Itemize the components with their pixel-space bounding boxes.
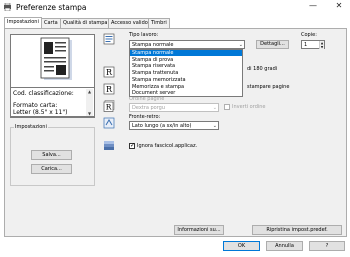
blank-pages-label: stampare pagine — [247, 84, 290, 90]
duplex-icon — [103, 117, 115, 129]
info-button[interactable]: Informazioni su... — [174, 225, 224, 235]
orientation-r-icon: R — [103, 66, 115, 78]
restore-defaults-button[interactable]: Ripristina impost.predef. — [252, 225, 342, 235]
page-order-r-icon: R — [103, 100, 115, 112]
svg-text:R: R — [106, 68, 113, 77]
reverse-order-label: Inverti ordine — [232, 104, 266, 110]
printer-icon — [4, 3, 11, 11]
chevron-down-icon: ⌄ — [212, 123, 217, 129]
tab-impostazioni[interactable]: Impostazioni — [4, 17, 42, 28]
duplex-label: Fronte-retro: — [129, 114, 161, 120]
help-button[interactable]: ? — [309, 241, 345, 251]
dropdown-option[interactable]: Stampa riservata — [130, 63, 242, 69]
dropdown-option[interactable]: Document server — [130, 90, 242, 96]
page-order-value: Dextra porgu — [132, 105, 166, 111]
reverse-order-checkbox[interactable] — [224, 104, 230, 110]
dropdown-option[interactable]: Stampa di prova — [130, 57, 242, 63]
cancel-button[interactable]: Annulla — [266, 241, 303, 251]
copies-stepper[interactable]: 1 ▲ ▼ — [301, 40, 325, 49]
chevron-down-icon: ⌄ — [238, 42, 243, 48]
paper-size-label: Formato carta: — [13, 102, 58, 109]
close-button[interactable]: ✕ — [334, 1, 344, 11]
stack-pages-icon — [104, 141, 114, 150]
duplex-value: Lato lungo (a sx/in alto) — [132, 123, 192, 129]
job-type-select[interactable]: Stampa normale ⌄ — [129, 40, 245, 49]
dropdown-option[interactable]: Stampa memorizzata — [130, 77, 242, 83]
save-button[interactable]: Salva... — [31, 150, 72, 160]
tab-carta[interactable]: Carta — [41, 18, 61, 28]
tab-timbri[interactable]: Timbri — [148, 18, 170, 28]
rotate-180-label: di 180 gradi — [247, 66, 278, 72]
title-bar: Preferenze stampa — ✕ — [0, 0, 350, 16]
settings-group-title: Impostazioni — [14, 124, 48, 130]
stepper-arrows-icon[interactable]: ▲ ▼ — [319, 41, 324, 49]
scroll-down-icon[interactable]: ▼ — [86, 111, 93, 116]
job-type-label: Tipo lavoro: — [129, 32, 159, 38]
tab-qualita-di-stampa[interactable]: Qualità di stampa — [60, 18, 111, 28]
tab-accesso-valido[interactable]: Accesso valido — [108, 18, 151, 28]
minimize-button[interactable]: — — [308, 1, 318, 11]
ok-button[interactable]: OK — [223, 241, 260, 251]
scroll-up-icon[interactable]: ▲ — [86, 89, 93, 95]
document-preview-icon — [40, 37, 72, 80]
svg-text:R: R — [106, 103, 112, 112]
svg-text:R: R — [106, 85, 113, 94]
load-button[interactable]: Carica... — [31, 164, 72, 174]
job-type-dropdown-list[interactable]: Stampa normale Stampa di prova Stampa ri… — [129, 49, 243, 97]
job-type-icon — [103, 33, 115, 45]
rotate-r-icon: R — [103, 83, 115, 95]
dropdown-option[interactable]: Stampa trattenuta — [130, 70, 242, 76]
classification-code-label: Cod. classificazione: — [13, 90, 74, 97]
ignore-tray-label: Ignora fascicol.applicaz. — [137, 143, 198, 149]
job-type-value: Stampa normale — [132, 42, 174, 48]
duplex-select[interactable]: Lato lungo (a sx/in alto) ⌄ — [129, 121, 219, 130]
details-button[interactable]: Dettagli... — [256, 40, 289, 49]
window-title: Preferenze stampa — [16, 3, 87, 12]
paper-info-box: Cod. classificazione: Formato carta: Let… — [10, 87, 95, 117]
ignore-tray-checkbox[interactable] — [129, 142, 135, 149]
copies-value: 1 — [304, 42, 308, 48]
copies-label: Copie: — [301, 32, 317, 38]
chevron-down-icon: ⌄ — [212, 105, 217, 111]
dropdown-option[interactable]: Stampa normale — [130, 50, 242, 56]
paper-size-value: Letter (8.5" x 11") — [13, 109, 68, 116]
info-scrollbar[interactable]: ▲ ▼ — [86, 89, 93, 116]
dropdown-option[interactable]: Memorizza e stampa — [130, 84, 242, 90]
page-order-select[interactable]: Dextra porgu ⌄ — [129, 103, 219, 112]
